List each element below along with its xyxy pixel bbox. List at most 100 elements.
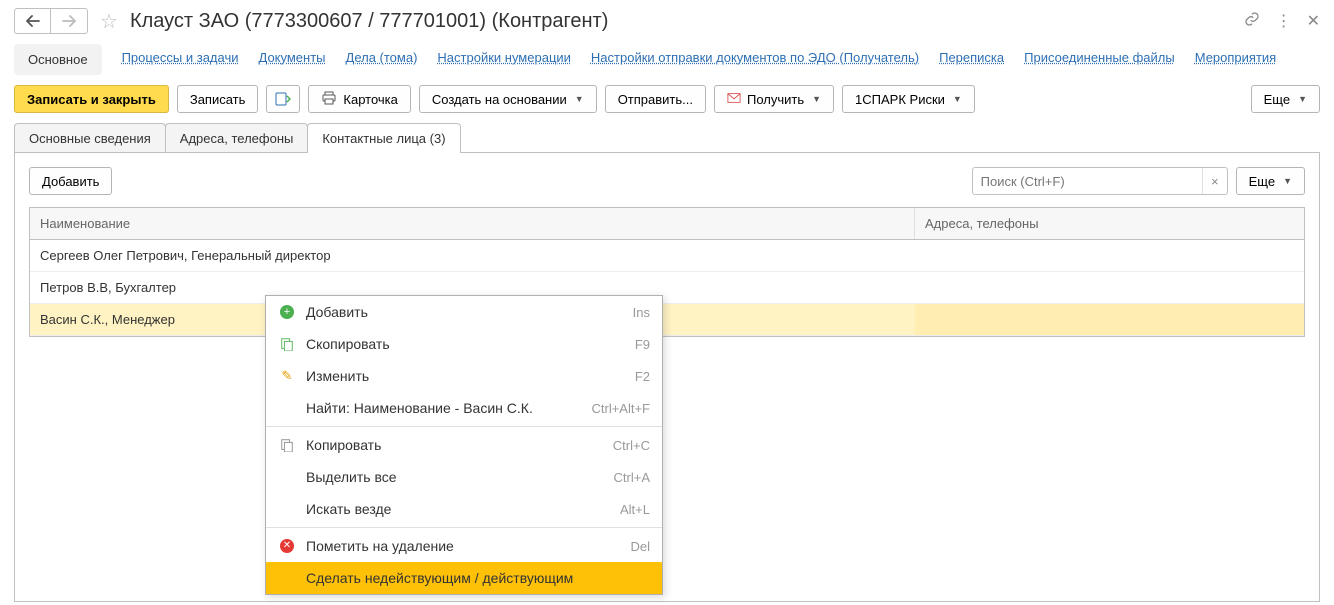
more-icon[interactable]: ⋮ [1276, 11, 1291, 31]
nav-tab-3[interactable]: Дела (тома) [346, 44, 418, 75]
close-icon[interactable]: ✕ [1307, 11, 1320, 31]
menu-item[interactable]: Скопировать F9 [266, 328, 662, 360]
menu-label: Пометить на удаление [306, 538, 620, 554]
page-title: Клауст ЗАО (7773300607 / 777701001) (Кон… [130, 10, 1236, 33]
list-toolbar: Добавить × Еще ▼ [29, 167, 1305, 195]
menu-shortcut: Ctrl+C [613, 438, 650, 453]
menu-item[interactable]: Выделить все Ctrl+A [266, 461, 662, 493]
blank-icon [278, 500, 296, 518]
menu-item[interactable]: Сделать недействующим / действующим [266, 562, 662, 594]
duplicate-icon [278, 335, 296, 353]
table-row[interactable]: Петров В.В, Бухгалтер [30, 272, 1304, 304]
chevron-down-icon: ▼ [1283, 176, 1292, 186]
chevron-down-icon: ▼ [575, 94, 584, 104]
table-head: Наименование Адреса, телефоны [30, 208, 1304, 240]
nav-tab-5[interactable]: Настройки отправки документов по ЭДО (По… [591, 44, 919, 75]
add-button[interactable]: Добавить [29, 167, 112, 195]
sub-tab-1[interactable]: Адреса, телефоны [165, 123, 309, 153]
card-button-label: Карточка [343, 92, 397, 107]
menu-item[interactable]: ✎ Изменить F2 [266, 360, 662, 392]
more-label: Еще [1264, 92, 1290, 107]
chevron-down-icon: ▼ [812, 94, 821, 104]
nav-tab-0[interactable]: Основное [14, 44, 102, 75]
menu-separator [266, 426, 662, 427]
menu-shortcut: F2 [635, 369, 650, 384]
menu-label: Изменить [306, 368, 625, 384]
printer-icon [321, 91, 337, 108]
search-input[interactable] [973, 170, 1202, 193]
menu-label: Сделать недействующим / действующим [306, 570, 640, 586]
menu-label: Найти: Наименование - Васин С.К. [306, 400, 581, 416]
menu-item[interactable]: Искать везде Alt+L [266, 493, 662, 525]
sub-tabs: Основные сведенияАдреса, телефоныКонтакт… [14, 123, 1320, 153]
link-icon[interactable] [1244, 11, 1260, 32]
cell-name: Сергеев Олег Петрович, Генеральный дирек… [30, 240, 915, 271]
spark-label: 1СПАРК Риски [855, 92, 945, 107]
menu-shortcut: Ctrl+A [614, 470, 650, 485]
list-more-label: Еще [1249, 174, 1275, 189]
add-icon: + [278, 303, 296, 321]
nav-tab-4[interactable]: Настройки нумерации [437, 44, 571, 75]
menu-item[interactable]: ✕Пометить на удалениеDel [266, 530, 662, 562]
table-row[interactable]: Сергеев Олег Петрович, Генеральный дирек… [30, 240, 1304, 272]
back-button[interactable] [15, 9, 51, 33]
nav-tab-8[interactable]: Мероприятия [1195, 44, 1277, 75]
menu-separator [266, 527, 662, 528]
nav-tab-1[interactable]: Процессы и задачи [122, 44, 239, 75]
col-addr[interactable]: Адреса, телефоны [915, 208, 1304, 239]
receive-icon [727, 91, 741, 108]
table-body: Сергеев Олег Петрович, Генеральный дирек… [30, 240, 1304, 336]
chevron-down-icon: ▼ [1298, 94, 1307, 104]
cell-addr [915, 240, 1304, 271]
blank-icon [278, 399, 296, 417]
content-pane: Добавить × Еще ▼ Наименование Адреса, те… [14, 152, 1320, 602]
nav-history [14, 8, 88, 34]
menu-shortcut: Ins [633, 305, 650, 320]
main-toolbar: Записать и закрыть Записать Карточка Соз… [0, 83, 1334, 123]
receive-label: Получить [747, 92, 804, 107]
titlebar: ☆ Клауст ЗАО (7773300607 / 777701001) (К… [0, 0, 1334, 40]
menu-shortcut: Del [630, 539, 650, 554]
sub-tab-0[interactable]: Основные сведения [14, 123, 166, 153]
menu-label: Искать везде [306, 501, 610, 517]
menu-shortcut: Alt+L [620, 502, 650, 517]
contacts-table: Наименование Адреса, телефоны Сергеев Ол… [29, 207, 1305, 337]
blank-icon [278, 468, 296, 486]
col-name[interactable]: Наименование [30, 208, 915, 239]
nav-tab-7[interactable]: Присоединенные файлы [1024, 44, 1175, 75]
menu-label: Добавить [306, 304, 623, 320]
section-nav: Основное Процессы и задачи Документы Дела (… [0, 40, 1334, 83]
create-based-button[interactable]: Создать на основании ▼ [419, 85, 597, 113]
nav-tab-2[interactable]: Документы [259, 44, 326, 75]
cell-addr [915, 304, 1304, 335]
menu-shortcut: Ctrl+Alt+F [591, 401, 650, 416]
attach-button[interactable] [266, 85, 300, 113]
chevron-down-icon: ▼ [953, 94, 962, 104]
menu-item[interactable]: Найти: Наименование - Васин С.К. Ctrl+Alt… [266, 392, 662, 424]
search-field: × [972, 167, 1228, 195]
more-button[interactable]: Еще ▼ [1251, 85, 1320, 113]
blank-icon [278, 569, 296, 587]
save-close-button[interactable]: Записать и закрыть [14, 85, 169, 113]
favorite-icon[interactable]: ☆ [96, 9, 122, 34]
edit-icon: ✎ [278, 367, 296, 385]
sub-tab-2[interactable]: Контактные лица (3) [307, 123, 460, 153]
menu-item[interactable]: КопироватьCtrl+C [266, 429, 662, 461]
copy-icon [278, 436, 296, 454]
receive-button[interactable]: Получить ▼ [714, 85, 834, 113]
context-menu: + Добавить Ins Скопировать F9 ✎ Изменить F2 Найт… [265, 295, 663, 595]
menu-label: Скопировать [306, 336, 625, 352]
forward-button[interactable] [51, 9, 87, 33]
table-row[interactable]: Васин С.К., Менеджер [30, 304, 1304, 336]
menu-label: Выделить все [306, 469, 604, 485]
create-based-label: Создать на основании [432, 92, 567, 107]
spark-button[interactable]: 1СПАРК Риски ▼ [842, 85, 975, 113]
menu-item[interactable]: + Добавить Ins [266, 296, 662, 328]
nav-tab-6[interactable]: Переписка [939, 44, 1004, 75]
send-button[interactable]: Отправить... [605, 85, 706, 113]
menu-shortcut: F9 [635, 337, 650, 352]
save-button[interactable]: Записать [177, 85, 259, 113]
card-button[interactable]: Карточка [308, 85, 410, 113]
list-more-button[interactable]: Еще ▼ [1236, 167, 1305, 195]
clear-search-icon[interactable]: × [1202, 168, 1227, 194]
